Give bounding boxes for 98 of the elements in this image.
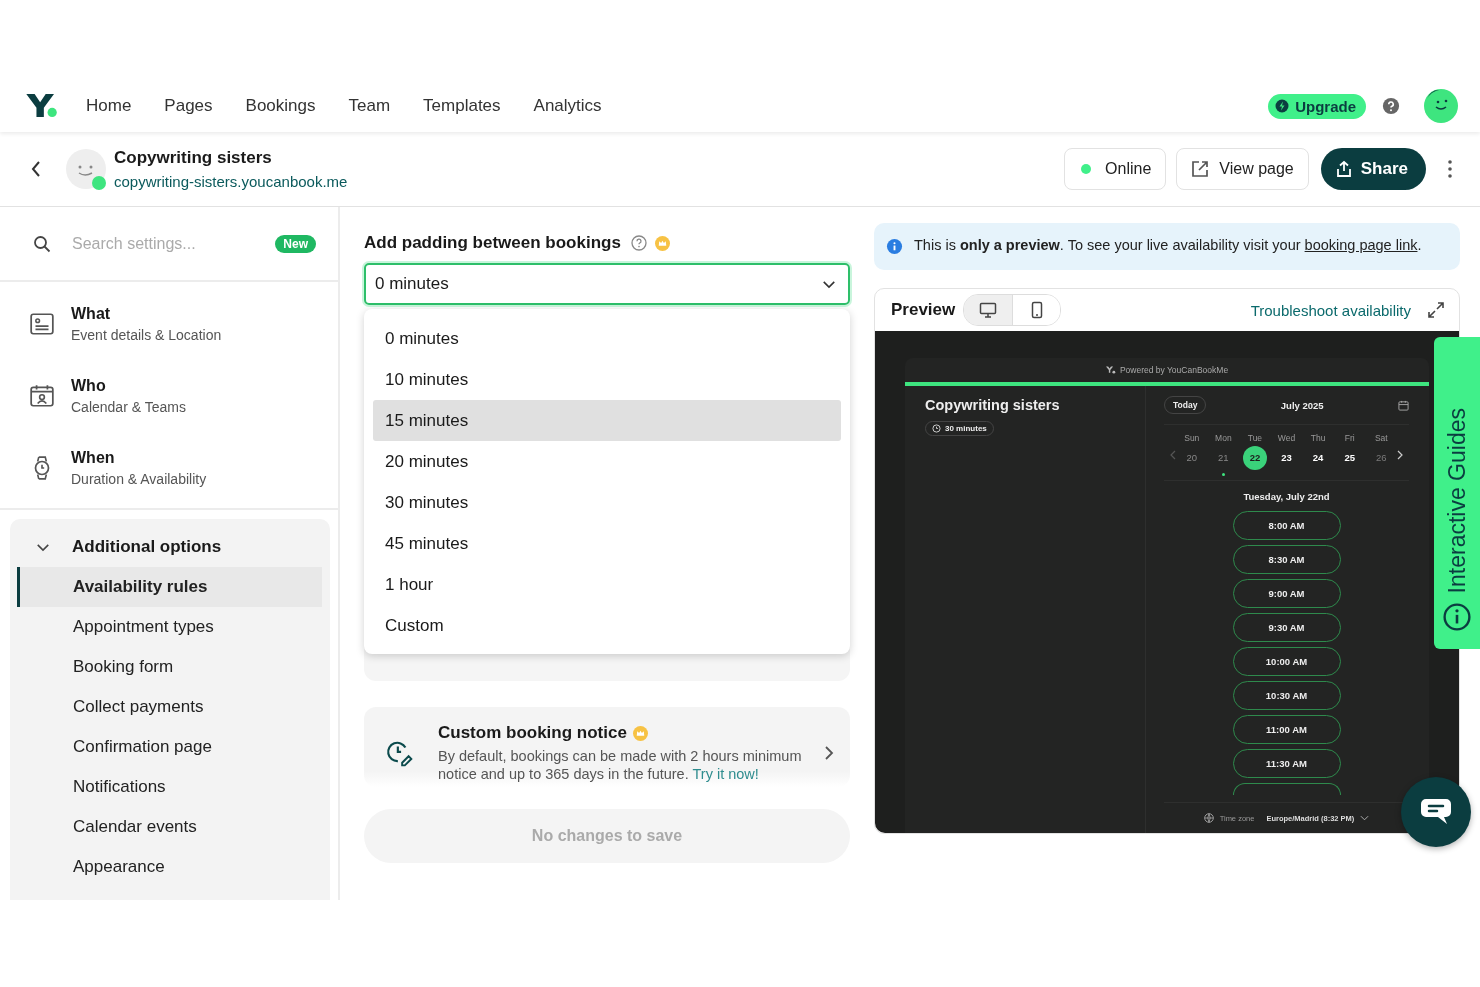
dropdown-option[interactable]: 15 minutes <box>373 400 841 441</box>
document-icon <box>29 311 55 337</box>
troubleshoot-link[interactable]: Troubleshoot availability <box>1250 301 1411 319</box>
status-button[interactable]: Online <box>1064 148 1167 190</box>
padding-dropdown[interactable]: 0 minutes <box>364 263 850 305</box>
caret-icon[interactable] <box>1360 815 1370 821</box>
dropdown-option[interactable]: 1 hour <box>373 564 841 605</box>
calendar-day[interactable]: 25 <box>1337 446 1362 470</box>
nav-link[interactable]: Pages <box>164 96 213 116</box>
view-page-button[interactable]: View page <box>1176 148 1309 190</box>
upload-icon <box>1334 160 1353 178</box>
weekday-label: Sun <box>1184 433 1200 443</box>
calendar-day: 26 <box>1369 446 1394 470</box>
month-label: July 2025 <box>1279 399 1325 411</box>
section-subtitle: Calendar & Teams <box>71 399 186 415</box>
desktop-icon <box>979 301 998 319</box>
weekday-label: Wed <box>1277 433 1296 443</box>
dropdown-option[interactable]: 10 minutes <box>373 359 841 400</box>
powered-by-text: Powered by YouCanBookMe <box>1119 365 1229 375</box>
section-title: Who <box>71 377 107 395</box>
dropdown-option[interactable]: 0 minutes <box>373 318 841 359</box>
sidebar-item[interactable]: Collect payments <box>17 687 322 727</box>
chat-button[interactable] <box>1401 777 1471 847</box>
sidebar-item[interactable]: Confirmation page <box>17 727 322 767</box>
next-week-icon[interactable] <box>1397 449 1404 460</box>
weekday-label: Mon <box>1215 433 1232 443</box>
calendar-icon[interactable] <box>1398 399 1409 411</box>
nav-link[interactable]: Templates <box>423 96 501 116</box>
dropdown-option[interactable]: Custom <box>373 605 841 646</box>
chevron-icon[interactable] <box>36 542 50 552</box>
sidebar-item[interactable]: Calendar events <box>17 807 322 847</box>
help-icon[interactable] <box>630 235 647 251</box>
nav-link[interactable]: Home <box>86 96 132 116</box>
weekday-label: Tue <box>1247 433 1263 443</box>
logo-icon <box>1105 366 1116 374</box>
chevron-icon[interactable] <box>824 745 834 761</box>
booking-title: Copywriting sisters <box>925 397 1061 413</box>
weekday-label: Fri <box>1344 433 1355 443</box>
section-title: What <box>71 305 112 323</box>
chat-icon <box>1420 797 1452 827</box>
field-label: Add padding between bookings <box>364 233 621 253</box>
date-heading: Tuesday, July 22nd <box>1242 491 1331 502</box>
sidebar-item[interactable]: Appearance <box>17 847 322 887</box>
calendar-day[interactable]: 23 <box>1274 446 1299 470</box>
sidebar-item[interactable]: Appointment types <box>17 607 322 647</box>
sidebar-item[interactable]: Booking form <box>17 647 322 687</box>
share-button[interactable]: Share <box>1320 148 1426 190</box>
clock-icon <box>932 424 941 433</box>
calendar-day: 20 <box>1179 446 1204 470</box>
settings-section[interactable]: What Event details & Location <box>0 288 338 360</box>
preview-title: Preview <box>891 300 956 320</box>
external-link-icon <box>1191 160 1210 178</box>
logo-icon[interactable] <box>26 94 58 118</box>
device-toggle[interactable] <box>964 295 1013 325</box>
expand-icon[interactable] <box>1427 301 1445 319</box>
dropdown-option[interactable]: 45 minutes <box>373 523 841 564</box>
nav-link[interactable]: Team <box>348 96 391 116</box>
sidebar-item[interactable]: Notifications <box>17 767 322 807</box>
help-icon[interactable] <box>1382 97 1400 115</box>
try-it-link[interactable]: Try it now! <box>692 766 759 782</box>
card-title: Custom booking notice <box>438 723 627 743</box>
calendar-day[interactable]: 22 <box>1242 446 1267 470</box>
section-title: When <box>71 449 116 467</box>
sidebar-item[interactable]: Availability rules <box>17 567 322 607</box>
section-subtitle: Duration & Availability <box>71 471 207 487</box>
lightning-icon <box>1275 99 1290 113</box>
clock-edit-icon <box>386 739 414 767</box>
calendar-day: 21 <box>1211 446 1236 470</box>
page-title: Copywriting sisters <box>114 147 273 168</box>
info-icon <box>1443 603 1471 631</box>
weekday-label: Sat <box>1374 433 1388 443</box>
weekday-label: Thu <box>1310 433 1326 443</box>
group-title[interactable]: Additional options <box>72 537 222 557</box>
upgrade-button[interactable]: Upgrade <box>1268 93 1366 119</box>
calendar-day[interactable]: 24 <box>1306 446 1331 470</box>
section-subtitle: Event details & Location <box>71 327 222 343</box>
nav-link[interactable]: Analytics <box>533 96 602 116</box>
device-toggle[interactable] <box>1012 295 1061 325</box>
info-icon <box>886 238 903 255</box>
settings-section[interactable]: When Duration & Availability <box>0 432 338 504</box>
globe-icon <box>1203 813 1214 823</box>
settings-section[interactable]: Who Calendar & Teams <box>0 360 338 432</box>
new-badge: New <box>275 234 316 253</box>
booking-page-link[interactable]: booking page link <box>1304 237 1418 253</box>
more-icon[interactable] <box>1448 160 1452 178</box>
page-avatar-icon <box>64 147 108 191</box>
notice-text: This is only a preview. To see your live availability visit your booking page link. <box>914 236 1422 255</box>
calendar-person-icon <box>29 383 55 409</box>
dropdown-option[interactable]: 20 minutes <box>373 441 841 482</box>
card-description: By default, bookings can be made with 2 hours minimum notice and up to 365 days in the future. Try it now! <box>438 747 803 783</box>
avatar-icon[interactable] <box>1424 89 1458 123</box>
search-icon <box>33 234 51 253</box>
dropdown-option[interactable]: 30 minutes <box>373 482 841 523</box>
interactive-guides-tab[interactable]: Interactive Guides <box>1434 337 1480 649</box>
chevron-icon <box>822 279 836 289</box>
page-url-link[interactable]: copywriting-sisters.youcanbook.me <box>114 172 348 190</box>
nav-link[interactable]: Bookings <box>245 96 316 116</box>
back-icon[interactable] <box>30 159 42 179</box>
